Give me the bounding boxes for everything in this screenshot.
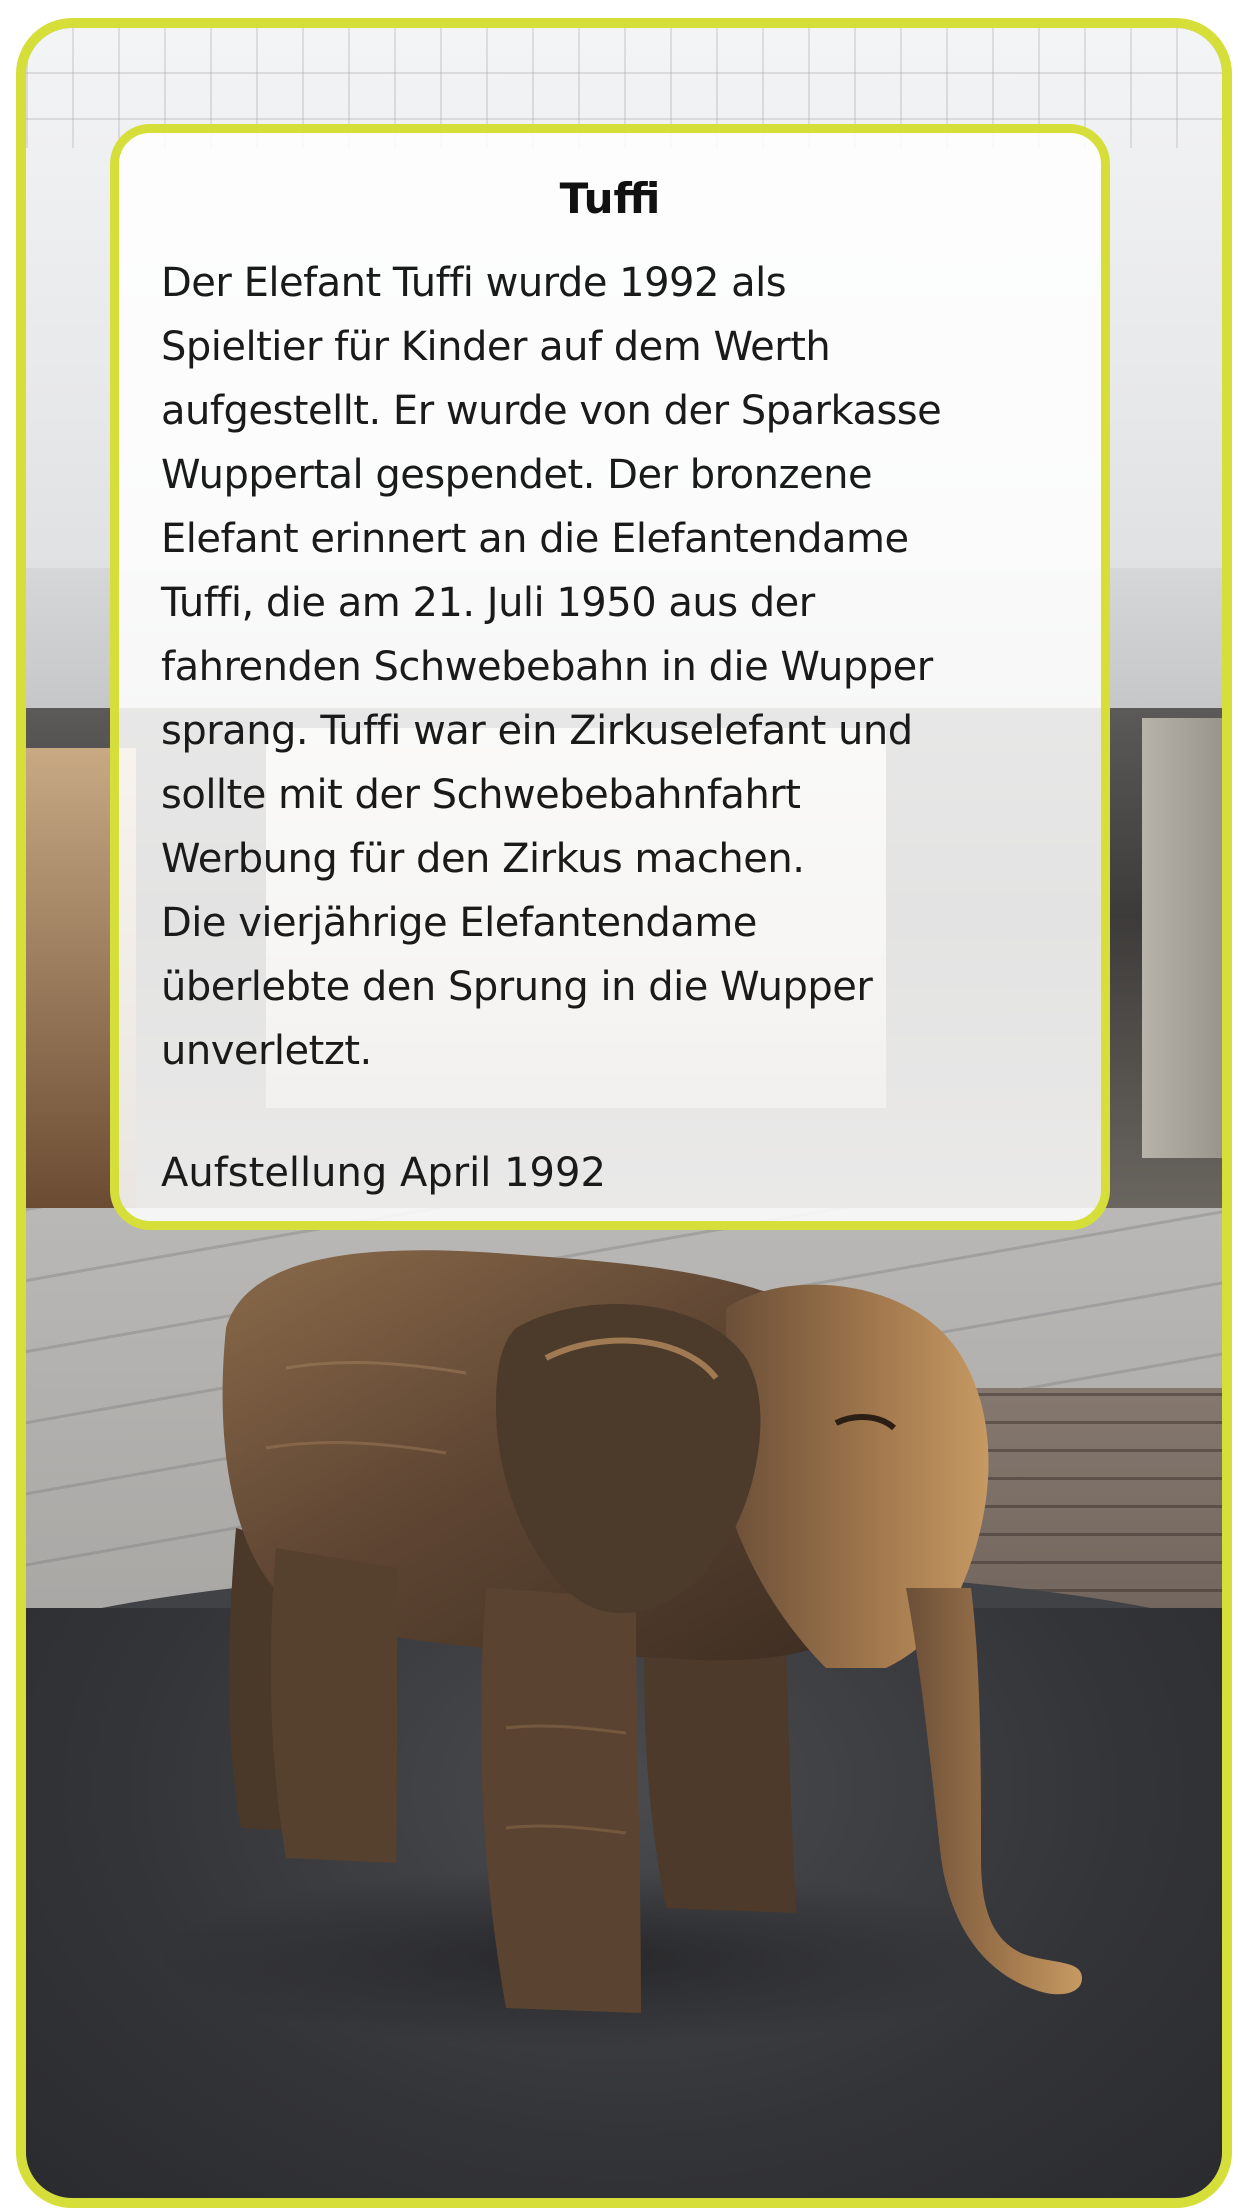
installation-date: Aufstellung April 1992	[161, 1150, 606, 1196]
card-description: Der Elefant Tuffi wurde 1992 als Spielti…	[161, 260, 942, 1074]
page: Tuffi Der Elefant Tuffi wurde 1992 als S…	[0, 0, 1240, 2208]
info-card: Tuffi Der Elefant Tuffi wurde 1992 als S…	[110, 124, 1110, 1230]
card-title: Tuffi	[559, 174, 661, 223]
